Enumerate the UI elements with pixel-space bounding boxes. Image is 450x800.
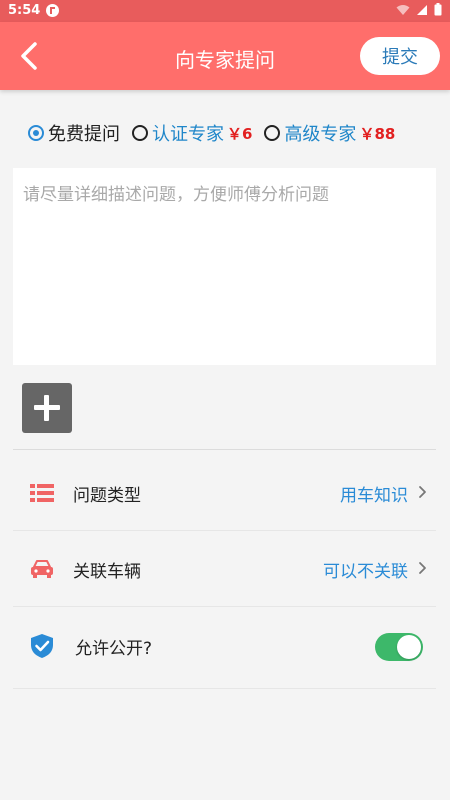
chevron-right-icon [419,562,426,574]
option-senior-expert-price: ￥88 [359,124,396,143]
option-free[interactable]: 免费提问 [28,120,120,146]
list-icon [30,484,54,502]
add-image-button[interactable] [22,383,72,433]
app-badge-icon [46,4,59,17]
vehicle-label: 关联车辆 [73,562,141,582]
signal-icon [417,4,427,15]
shield-check-icon [31,634,53,658]
wifi-icon [396,4,410,15]
public-toggle[interactable] [375,633,423,661]
option-senior-expert-label: 高级专家 [284,124,357,145]
option-certified-expert[interactable]: 认证专家 ￥6 [132,120,252,146]
category-label: 问题类型 [73,486,141,506]
app-bar: 向专家提问 提交 [0,22,450,90]
option-certified-expert-price: ￥6 [227,124,253,143]
status-time: 5:54 [8,3,41,18]
radio-certified-expert[interactable] [132,125,148,141]
section-divider [13,449,436,450]
status-bar: 5:54 [0,0,450,22]
vehicle-row[interactable]: 关联车辆 可以不关联 [13,531,436,606]
category-row[interactable]: 问题类型 用车知识 [13,455,436,530]
question-input[interactable] [13,168,436,365]
radio-free[interactable] [28,125,44,141]
public-label: 允许公开? [75,639,153,659]
option-certified-expert-label: 认证专家 [152,124,224,145]
question-type-options: 免费提问 认证专家 ￥6 高级专家 ￥88 [28,120,430,146]
option-senior-expert[interactable]: 高级专家 ￥88 [264,120,395,146]
row-divider [13,606,436,607]
radio-senior-expert[interactable] [264,125,281,141]
submit-button[interactable]: 提交 [360,37,440,75]
status-icons [396,3,442,16]
public-row: 允许公开? [13,608,436,683]
car-icon [31,560,53,578]
option-free-label: 免费提问 [48,124,120,145]
chevron-right-icon [419,486,426,498]
vehicle-value: 可以不关联 [323,562,408,582]
battery-icon [434,3,442,16]
category-value: 用车知识 [340,486,408,506]
row-divider [13,688,436,689]
